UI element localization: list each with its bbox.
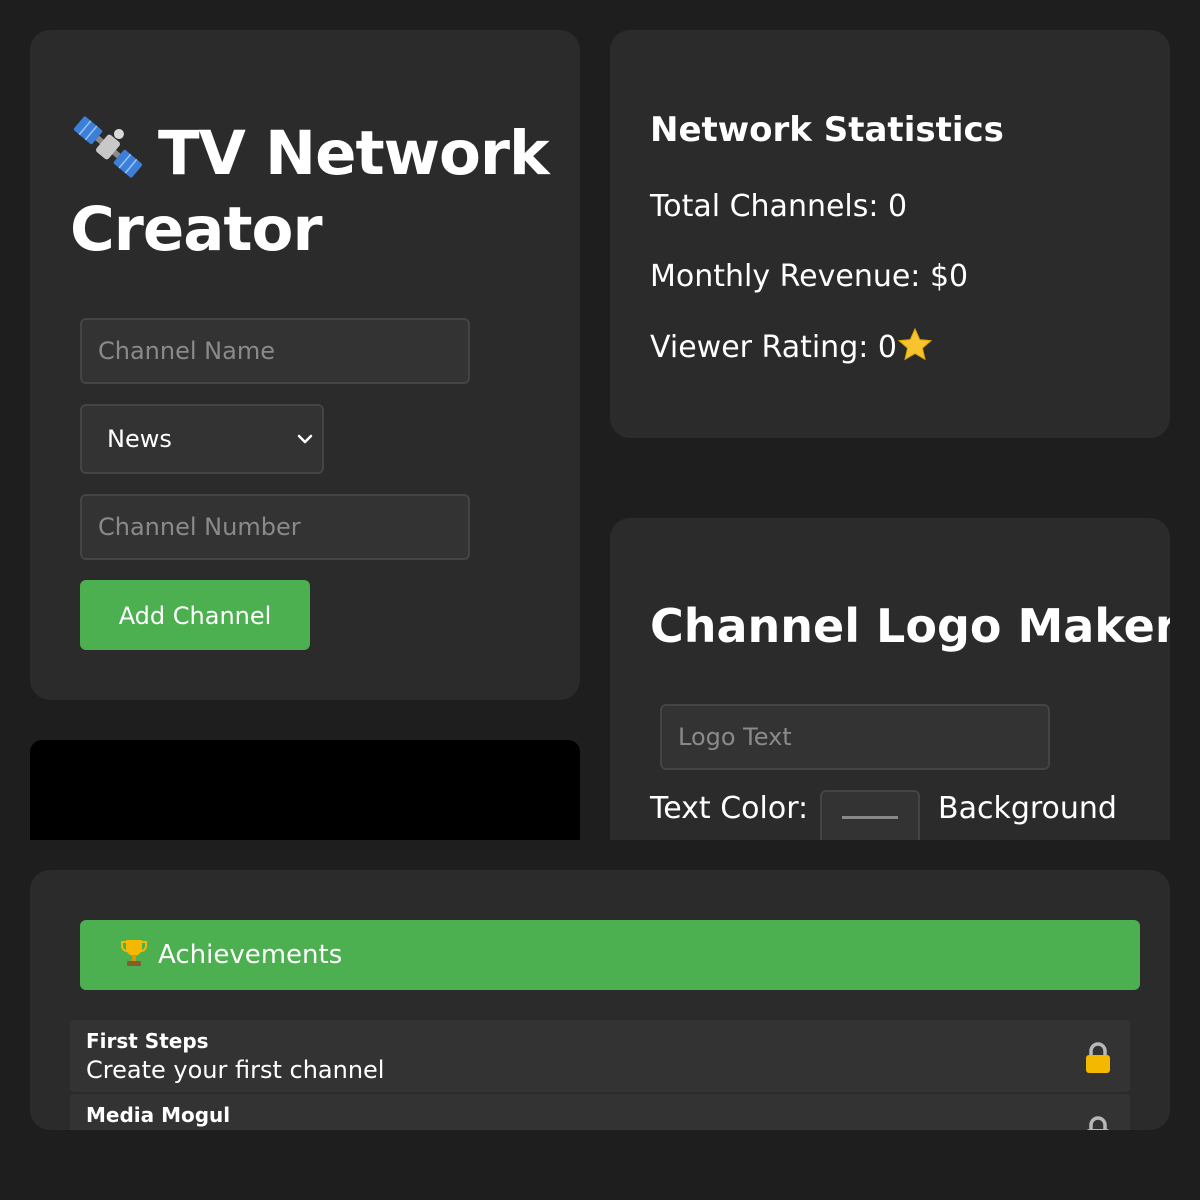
text-color-picker[interactable] — [820, 790, 920, 840]
lock-icon — [1086, 1116, 1110, 1130]
achievements-panel: Achievements First Steps Create your fir… — [30, 870, 1170, 1130]
page-title: TV Network Creator — [70, 112, 550, 268]
achievements-header[interactable]: Achievements — [80, 920, 1140, 990]
achievement-title: Media Mogul — [86, 1103, 231, 1127]
color-swatch-bar — [842, 816, 898, 819]
genre-select[interactable]: News — [80, 404, 324, 474]
monthly-revenue-stat: Monthly Revenue: $0 — [650, 259, 969, 294]
achievement-description: Create your first channel — [86, 1056, 385, 1084]
channel-preview — [30, 740, 580, 840]
network-statistics-panel: Network Statistics Total Channels: 0 Mon… — [610, 30, 1170, 438]
trophy-icon — [121, 940, 147, 966]
logo-maker-title: Channel Logo Maker — [650, 599, 1170, 653]
achievement-item: Media Mogul — [70, 1094, 1130, 1130]
achievements-header-label: Achievements — [158, 940, 343, 970]
channel-creator-panel: TV Network Creator News Add Channel — [30, 30, 580, 700]
channel-number-input[interactable] — [80, 494, 470, 560]
star-icon — [897, 327, 933, 361]
viewer-rating-stat: Viewer Rating: 0 — [650, 327, 933, 368]
logo-text-input[interactable] — [660, 704, 1050, 770]
total-channels-stat: Total Channels: 0 — [650, 189, 908, 224]
lock-icon — [1086, 1042, 1110, 1073]
viewer-rating-text: Viewer Rating: 0 — [650, 330, 897, 365]
add-channel-button[interactable]: Add Channel — [80, 580, 310, 650]
achievement-item: First Steps Create your first channel — [70, 1020, 1130, 1092]
achievement-title: First Steps — [86, 1029, 209, 1053]
text-color-label: Text Color: — [650, 791, 809, 826]
logo-maker-panel: Channel Logo Maker Text Color: Backgroun… — [610, 518, 1170, 840]
channel-name-input[interactable] — [80, 318, 470, 384]
genre-select-value: News — [107, 425, 172, 453]
statistics-title: Network Statistics — [650, 110, 1004, 150]
background-label: Background — [938, 791, 1117, 826]
chevron-down-icon — [297, 434, 313, 444]
satellite-icon — [73, 116, 143, 178]
